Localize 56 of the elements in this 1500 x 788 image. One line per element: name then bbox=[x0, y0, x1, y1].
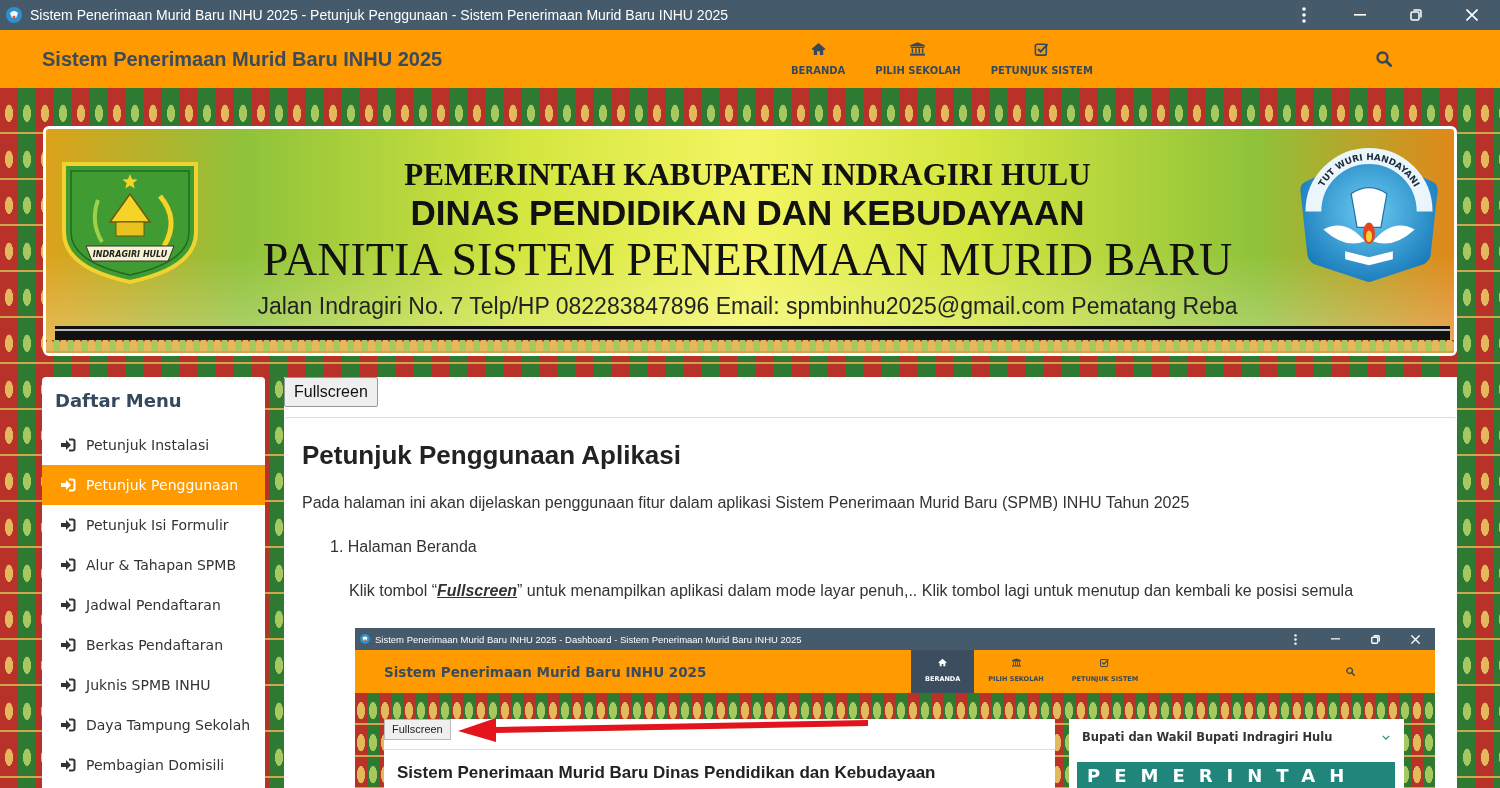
intro-text: Pada halaman ini akan dijelaskan penggunaan fitur dalam aplikasi Sistem Penerimaan Murid Baru (SPMB) INHU Tahun 2025 bbox=[302, 493, 1190, 513]
window-title: Sistem Penerimaan Murid Baru INHU 2025 - Petunjuk Penggunaan - Sistem Penerimaan Murid Baru INHU 2025 bbox=[30, 7, 729, 23]
contact-address: Jalan Indragiri No. 7 Telp/HP 082283847896 Email: spmbinhu2025@gmail.com Pematang Reba bbox=[257, 292, 1238, 321]
enter-arrow-icon bbox=[60, 518, 76, 532]
checkbox-icon bbox=[1034, 42, 1050, 56]
enter-arrow-icon bbox=[60, 478, 76, 492]
step-title: 1. Halaman Beranda bbox=[330, 537, 477, 557]
nav-item[interactable]: PETUNJUK SISTEM bbox=[975, 30, 1108, 88]
minimize-icon bbox=[1330, 638, 1340, 640]
enter-arrow-icon bbox=[60, 638, 76, 652]
page-heading: Petunjuk Penggunaan Aplikasi bbox=[302, 440, 681, 470]
site-title: Sistem Penerimaan Murid Baru INHU 2025 bbox=[384, 663, 707, 680]
instruction-text: Klik tombol “Fullscreen” untuk menampilkan aplikasi dalam mode layar penuh,.. Klik tombol lagi untuk menutup dan kembali ke posisi semula bbox=[349, 581, 1354, 601]
restore-icon[interactable] bbox=[1410, 9, 1422, 21]
enter-arrow-icon bbox=[60, 718, 76, 732]
enter-arrow-icon bbox=[60, 558, 76, 572]
app-logo-icon bbox=[360, 634, 370, 644]
nav-item[interactable]: PILIH SEKOLAH bbox=[860, 30, 976, 88]
columns-building-icon bbox=[1011, 658, 1021, 667]
sidebar-item[interactable]: Juknis SPMB INHU bbox=[42, 665, 265, 705]
close-icon bbox=[1410, 634, 1420, 644]
window-title: Sistem Penerimaan Murid Baru INHU 2025 - Dashboard - Sistem Penerimaan Murid Baru INHU 2025 bbox=[375, 633, 803, 645]
agency-name: PEMERINTAH KABUPATEN INDRAGIRI HULU bbox=[404, 157, 1091, 193]
close-icon[interactable] bbox=[1466, 9, 1478, 21]
checkbox-icon bbox=[1100, 658, 1110, 667]
more-options-icon bbox=[1293, 633, 1297, 645]
emblem-caption: INDRAGIRI HULU bbox=[92, 250, 168, 259]
site-title: Sistem Penerimaan Murid Baru INHU 2025 bbox=[42, 47, 443, 71]
committee-name: PANITIA SISTEM PENERIMAAN MURID BARU bbox=[262, 233, 1233, 287]
home-icon bbox=[810, 42, 826, 56]
enter-arrow-icon bbox=[60, 678, 76, 692]
sidebar-item[interactable]: Pembagian Domisili bbox=[42, 745, 265, 785]
restore-icon bbox=[1370, 634, 1380, 644]
fullscreen-button[interactable]: Fullscreen bbox=[284, 377, 378, 407]
more-options-icon[interactable] bbox=[1302, 7, 1306, 23]
home-icon bbox=[938, 658, 948, 667]
card-title: Bupati dan Wakil Bupati Indragiri Hulu bbox=[1082, 730, 1333, 744]
department-name: DINAS PENDIDIKAN DAN KEBUDAYAAN bbox=[410, 193, 1085, 233]
page-heading: Sistem Penerimaan Murid Baru Dinas Pendidikan dan Kebudayaan bbox=[397, 763, 936, 783]
enter-arrow-icon bbox=[60, 758, 76, 772]
enter-arrow-icon bbox=[60, 438, 76, 452]
app-logo-icon bbox=[6, 7, 22, 23]
columns-building-icon bbox=[910, 42, 926, 56]
title-banner: PEMERINTAH bbox=[1077, 762, 1395, 788]
enter-arrow-icon bbox=[60, 598, 76, 612]
chevron-down-icon bbox=[1382, 734, 1390, 740]
sidebar-item[interactable]: Jadwal Pendaftaran bbox=[42, 585, 265, 625]
sidebar-item[interactable]: Petunjuk Isi Formulir bbox=[42, 505, 265, 545]
sidebar-item[interactable]: Daya Tampung Sekolah bbox=[42, 705, 265, 745]
sidebar-item[interactable]: Berkas Pendaftaran bbox=[42, 625, 265, 665]
sidebar-title: Daftar Menu bbox=[54, 389, 183, 413]
sidebar-item[interactable]: Petunjuk Instalasi bbox=[42, 425, 265, 465]
sidebar-item[interactable]: Alur & Tahapan SPMB bbox=[42, 545, 265, 585]
nav-item[interactable]: BERANDA bbox=[776, 30, 861, 88]
search-icon bbox=[1346, 667, 1355, 676]
search-icon[interactable] bbox=[1376, 51, 1392, 67]
